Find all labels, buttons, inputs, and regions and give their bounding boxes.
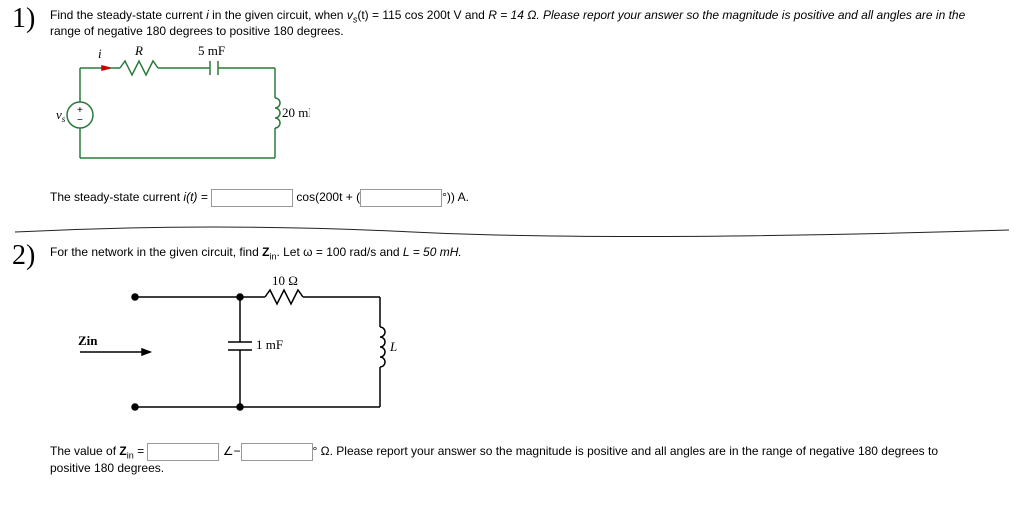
problem-number-1: 1) bbox=[12, 3, 35, 35]
c2-ind-label: L bbox=[389, 339, 397, 354]
p2-ans-prefix: The value of bbox=[50, 444, 119, 458]
divider-curve bbox=[15, 222, 1009, 242]
c1-cap-label: 5 mF bbox=[198, 43, 225, 58]
p2-input-magnitude[interactable] bbox=[147, 443, 219, 461]
p2-ans-angle: ∠− bbox=[223, 444, 241, 458]
p2-let: . Let ω = 100 rad/s and bbox=[276, 245, 402, 259]
p2-Leq: L = 50 mH. bbox=[403, 245, 462, 259]
circuit-2: 10 Ω Zin 1 mF L bbox=[50, 267, 430, 427]
p2-answer-line: The value of Zin = ∠− ° Ω. Please report … bbox=[50, 443, 1009, 475]
p2-ans-line2: positive 180 degrees. bbox=[50, 461, 164, 475]
c1-vs-sub: s bbox=[62, 114, 66, 124]
p1-vsoft: (t) = 115 cos 200t V and bbox=[357, 8, 488, 22]
p1-line2: range of negative 180 degrees to positiv… bbox=[50, 24, 344, 38]
c1-R-label: R bbox=[134, 43, 143, 58]
svg-text:vs: vs bbox=[56, 107, 66, 124]
p2-input-angle[interactable] bbox=[241, 443, 313, 461]
p1-text-a: Find the steady-state current bbox=[50, 8, 206, 22]
svg-text:−: − bbox=[77, 115, 83, 126]
problem-2-text: For the network in the given circuit, fi… bbox=[50, 245, 1009, 261]
p1-input-magnitude[interactable] bbox=[211, 189, 293, 207]
c1-i-label: i bbox=[98, 46, 102, 61]
p1-ans-it: i(t) = bbox=[183, 191, 211, 205]
problem-2: 2) For the network in the given circuit,… bbox=[15, 245, 1009, 474]
problem-2-content: For the network in the given circuit, fi… bbox=[50, 245, 1009, 474]
c2-cap-label: 1 mF bbox=[256, 337, 283, 352]
p1-ans-suffix: °)) A. bbox=[442, 191, 469, 205]
problem-1-text: Find the steady-state current i in the g… bbox=[50, 8, 1009, 38]
c2-zin-label: Zin bbox=[78, 333, 98, 348]
problem-1: 1) Find the steady-state current i in th… bbox=[15, 8, 1009, 207]
p1-ans-mid: cos(200t + ( bbox=[293, 191, 360, 205]
p1-ans-prefix: The steady-state current bbox=[50, 191, 183, 205]
problem-number-2: 2) bbox=[12, 240, 35, 272]
p2-ans-unit: ° Ω. Please report your answer so the ma… bbox=[313, 444, 938, 458]
p1-input-angle[interactable] bbox=[360, 189, 442, 207]
c1-ind-label: 20 mH bbox=[282, 105, 310, 120]
circuit-1: + − i R 5 mF vs 20 mH bbox=[50, 43, 310, 173]
p2-ans-zin: Z bbox=[119, 444, 126, 458]
problem-1-content: Find the steady-state current i in the g… bbox=[50, 8, 1009, 207]
p1-answer-line: The steady-state current i(t) = cos(200t… bbox=[50, 189, 1009, 207]
p1-text-b: in the given circuit, when bbox=[212, 8, 347, 22]
p2-ans-eq: = bbox=[134, 444, 148, 458]
p1-Req: R = 14 Ω. Please report your answer so t… bbox=[488, 8, 965, 22]
p2-text-a: For the network in the given circuit, fi… bbox=[50, 245, 262, 259]
c2-res-label: 10 Ω bbox=[272, 273, 298, 288]
p2-ans-zin-sub: in bbox=[127, 450, 134, 460]
